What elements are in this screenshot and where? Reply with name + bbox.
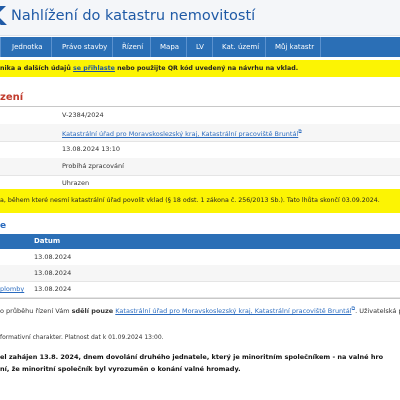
site-title[interactable]: Nahlížení do katastru nemovitostí — [11, 8, 255, 24]
header-bar: K Nahlížení do katastru nemovitostí — [0, 0, 400, 36]
nav-item-jednotka[interactable]: Jednotka — [12, 37, 43, 57]
notice-text: nebo použijte QR kód uvedený na návrhu n… — [117, 65, 299, 72]
proceeding-status: Probíhá zpracování — [62, 162, 124, 170]
notice-text: nika a dalších údajů — [0, 65, 71, 72]
nav-separator — [150, 37, 151, 57]
nav-separator — [51, 37, 52, 57]
nav-item-mapa[interactable]: Mapa — [160, 37, 179, 57]
nav-separator — [112, 37, 113, 57]
logo[interactable]: K — [0, 2, 6, 32]
table-cell-operation-link[interactable]: plomby — [0, 281, 24, 297]
office-link[interactable]: Katastrální úřad pro Moravskoslezský kra… — [62, 130, 298, 138]
detail-row: V-2384/2024 — [0, 107, 400, 125]
section-title-operations: e — [0, 221, 7, 231]
section-title-rizeni: zení — [0, 92, 24, 103]
external-link-icon: ⧉ — [298, 129, 302, 135]
validity-footer: formativní charakter. Platnost dat k 01.… — [0, 334, 164, 341]
office-link-2[interactable]: Katastrální úřad pro Moravskoslezský kra… — [115, 307, 351, 315]
info-text: o průběhu řízení Vám — [0, 307, 70, 316]
nav-item-pravo-stavby[interactable]: Právo stavby — [62, 37, 107, 57]
detail-row: Katastrální úřad pro Moravskoslezský kra… — [0, 124, 400, 142]
section-divider — [0, 298, 400, 299]
nav-item-lv[interactable]: LV — [196, 37, 204, 57]
login-notice: nika a dalších údajů se přihlaste nebo p… — [0, 60, 400, 77]
proceeding-number: V-2384/2024 — [62, 111, 104, 119]
main-nav: Jednotka Právo stavby Řízení Mapa LV Kat… — [0, 37, 400, 57]
detail-row: Probíhá zpracování — [0, 158, 400, 176]
table-row: plomby 13.08.2024 — [0, 281, 400, 298]
received-date: 13.08.2024 13:10 — [62, 145, 121, 153]
info-paragraph: o průběhu řízení Vám sdělí pouze Katastr… — [0, 306, 400, 315]
nav-item-rizeni[interactable]: Řízení — [122, 37, 143, 57]
login-link[interactable]: se přihlaste — [73, 65, 115, 72]
nav-separator — [186, 37, 187, 57]
nav-separator — [212, 37, 213, 57]
nav-separator — [0, 37, 1, 57]
table-cell-date: 13.08.2024 — [34, 269, 72, 277]
nav-item-muj-katastr[interactable]: Můj katastr — [275, 37, 314, 57]
nav-separator — [320, 37, 321, 57]
table-cell-date: 13.08.2024 — [34, 253, 72, 261]
note-line: ní, že minoritní společník byl vyrozuměn… — [0, 365, 241, 373]
note-line: el zahájen 13.8. 2024, dnem dovolání dru… — [0, 353, 384, 361]
table-row: 13.08.2024 — [0, 249, 400, 266]
info-text: . Uživatelská p — [355, 307, 400, 316]
deadline-notice: a, během které nesmí katastrální úřad po… — [0, 189, 400, 213]
date-column-header: Datum — [34, 237, 61, 245]
table-header: Datum — [0, 234, 400, 249]
nav-item-kat-uzemi[interactable]: Kat. území — [222, 37, 259, 57]
table-row: 13.08.2024 — [0, 265, 400, 282]
detail-row: 13.08.2024 13:10 — [0, 141, 400, 159]
info-text-bold: sdělí pouze — [71, 307, 114, 316]
nav-separator — [265, 37, 266, 57]
table-cell-date: 13.08.2024 — [34, 285, 72, 293]
